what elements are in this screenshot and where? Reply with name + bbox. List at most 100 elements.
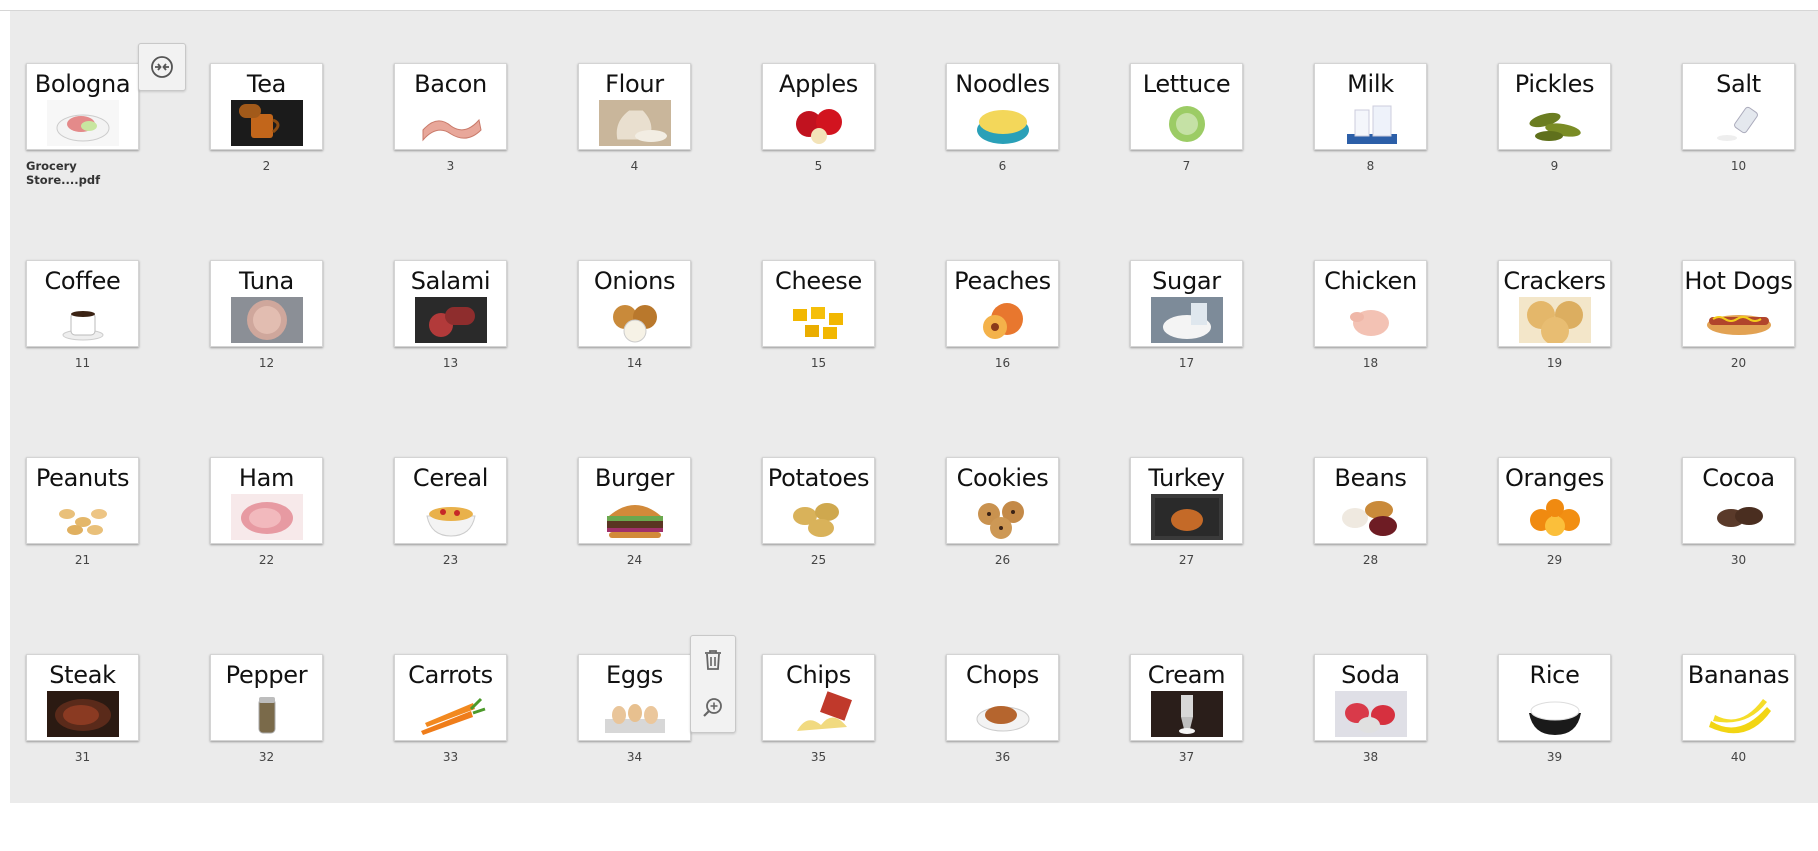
page-thumbnail-cell: Peanuts 21 <box>26 457 139 654</box>
page-thumbnail[interactable]: Pepper <box>210 654 323 741</box>
page-thumbnail-cell: Soda 38 <box>1314 654 1427 851</box>
page-thumbnail[interactable]: Steak <box>26 654 139 741</box>
page-thumbnail[interactable]: Bananas <box>1682 654 1795 741</box>
page-tools-panel <box>690 635 736 733</box>
page-title-text: Chips <box>786 661 851 689</box>
page-thumbnail[interactable]: Onions <box>578 260 691 347</box>
page-thumbnail[interactable]: Lettuce <box>1130 63 1243 150</box>
page-title-text: Chops <box>966 661 1039 689</box>
page-thumbnail[interactable]: Chicken <box>1314 260 1427 347</box>
page-title-text: Cookies <box>956 464 1049 492</box>
page-thumbnail-cell: Crackers 19 <box>1498 260 1611 457</box>
page-thumbnail[interactable]: Coffee <box>26 260 139 347</box>
soda-image <box>1334 691 1407 737</box>
page-thumbnail-cell: Hot Dogs 20 <box>1682 260 1795 457</box>
page-thumbnail[interactable]: Chops <box>946 654 1059 741</box>
page-title-text: Crackers <box>1503 267 1606 295</box>
zoom-in-icon <box>703 698 722 717</box>
page-thumbnail[interactable]: Bacon <box>394 63 507 150</box>
page-number-label: 25 <box>810 553 827 567</box>
salami-image <box>414 297 487 343</box>
page-number-label: 35 <box>810 750 827 764</box>
page-number-label: 15 <box>810 356 827 370</box>
page-title-text: Bologna <box>34 70 131 98</box>
page-thumbnail[interactable]: Eggs <box>578 654 691 741</box>
bananas-image <box>1702 691 1775 737</box>
cookies-image <box>966 494 1039 540</box>
page-title-text: Lettuce <box>1142 70 1231 98</box>
page-title-text: Cheese <box>775 267 862 295</box>
page-number-label: 23 <box>442 553 459 567</box>
page-thumbnail-cell: Chips 35 <box>762 654 875 851</box>
page-thumbnail-cell: Tuna 12 <box>210 260 323 457</box>
page-thumbnail-cell: Beans 28 <box>1314 457 1427 654</box>
page-thumbnail[interactable]: Milk <box>1314 63 1427 150</box>
page-number-label: 9 <box>1550 159 1559 173</box>
page-thumbnail[interactable]: Potatoes <box>762 457 875 544</box>
page-thumbnail[interactable]: Bologna <box>26 63 139 150</box>
page-thumbnail[interactable]: Pickles <box>1498 63 1611 150</box>
page-number-label: 39 <box>1546 750 1563 764</box>
page-number-label: 4 <box>630 159 639 173</box>
page-title-text: Cereal <box>412 464 489 492</box>
delete-page-button[interactable] <box>698 645 728 675</box>
page-thumbnail[interactable]: Cocoa <box>1682 457 1795 544</box>
top-divider <box>0 0 1818 11</box>
page-thumbnail[interactable]: Sugar <box>1130 260 1243 347</box>
page-thumbnail-cell: Peaches 16 <box>946 260 1059 457</box>
page-thumbnail[interactable]: Soda <box>1314 654 1427 741</box>
page-thumbnail[interactable]: Tea <box>210 63 323 150</box>
cocoa-image <box>1702 494 1775 540</box>
page-title-text: Peaches <box>954 267 1051 295</box>
page-thumbnail[interactable]: Rice <box>1498 654 1611 741</box>
page-thumbnail[interactable]: Flour <box>578 63 691 150</box>
page-thumbnail[interactable]: Oranges <box>1498 457 1611 544</box>
page-thumbnail[interactable]: Cream <box>1130 654 1243 741</box>
page-title-text: Coffee <box>44 267 121 295</box>
page-thumbnail[interactable]: Peanuts <box>26 457 139 544</box>
page-thumbnail[interactable]: Carrots <box>394 654 507 741</box>
page-number-label: 14 <box>626 356 643 370</box>
page-thumbnail-cell: Apples 5 <box>762 63 875 260</box>
page-title-text: Beans <box>1334 464 1407 492</box>
page-title-text: Onions <box>593 267 676 295</box>
page-title-text: Flour <box>605 70 664 98</box>
lettuce-image <box>1150 100 1223 146</box>
page-number-label: 36 <box>994 750 1011 764</box>
steak-image <box>46 691 119 737</box>
page-thumbnail[interactable]: Turkey <box>1130 457 1243 544</box>
carrots-image <box>414 691 487 737</box>
page-thumbnail[interactable]: Hot Dogs <box>1682 260 1795 347</box>
page-number-label: 5 <box>814 159 823 173</box>
page-thumbnail[interactable]: Tuna <box>210 260 323 347</box>
page-title-text: Steak <box>49 661 116 689</box>
zoom-page-button[interactable] <box>698 693 728 723</box>
page-thumbnail[interactable]: Noodles <box>946 63 1059 150</box>
page-thumbnail[interactable]: Chips <box>762 654 875 741</box>
page-thumbnail[interactable]: Apples <box>762 63 875 150</box>
page-thumbnail-cell: Bacon 3 <box>394 63 507 260</box>
page-thumbnail[interactable]: Burger <box>578 457 691 544</box>
page-thumbnail[interactable]: Cookies <box>946 457 1059 544</box>
page-thumbnail-cell: Potatoes 25 <box>762 457 875 654</box>
page-title-text: Pepper <box>225 661 308 689</box>
collapse-button[interactable] <box>138 43 186 91</box>
page-thumbnail[interactable]: Beans <box>1314 457 1427 544</box>
page-thumbnail[interactable]: Crackers <box>1498 260 1611 347</box>
page-thumbnail[interactable]: Peaches <box>946 260 1059 347</box>
page-thumbnail[interactable]: Salami <box>394 260 507 347</box>
page-thumbnail-cell: Turkey 27 <box>1130 457 1243 654</box>
page-number-label: 18 <box>1362 356 1379 370</box>
page-thumbnail[interactable]: Cheese <box>762 260 875 347</box>
page-thumbnail[interactable]: Ham <box>210 457 323 544</box>
page-number-label: 8 <box>1366 159 1375 173</box>
page-thumbnail-cell: Rice 39 <box>1498 654 1611 851</box>
page-thumbnail[interactable]: Cereal <box>394 457 507 544</box>
page-thumbnail-cell: Onions 14 <box>578 260 691 457</box>
page-title-text: Cocoa <box>1702 464 1775 492</box>
page-number-label: 30 <box>1730 553 1747 567</box>
page-number-label: 24 <box>626 553 643 567</box>
page-thumbnail-cell: Cookies 26 <box>946 457 1059 654</box>
page-thumbnail-cell: Carrots 33 <box>394 654 507 851</box>
page-thumbnail[interactable]: Salt <box>1682 63 1795 150</box>
